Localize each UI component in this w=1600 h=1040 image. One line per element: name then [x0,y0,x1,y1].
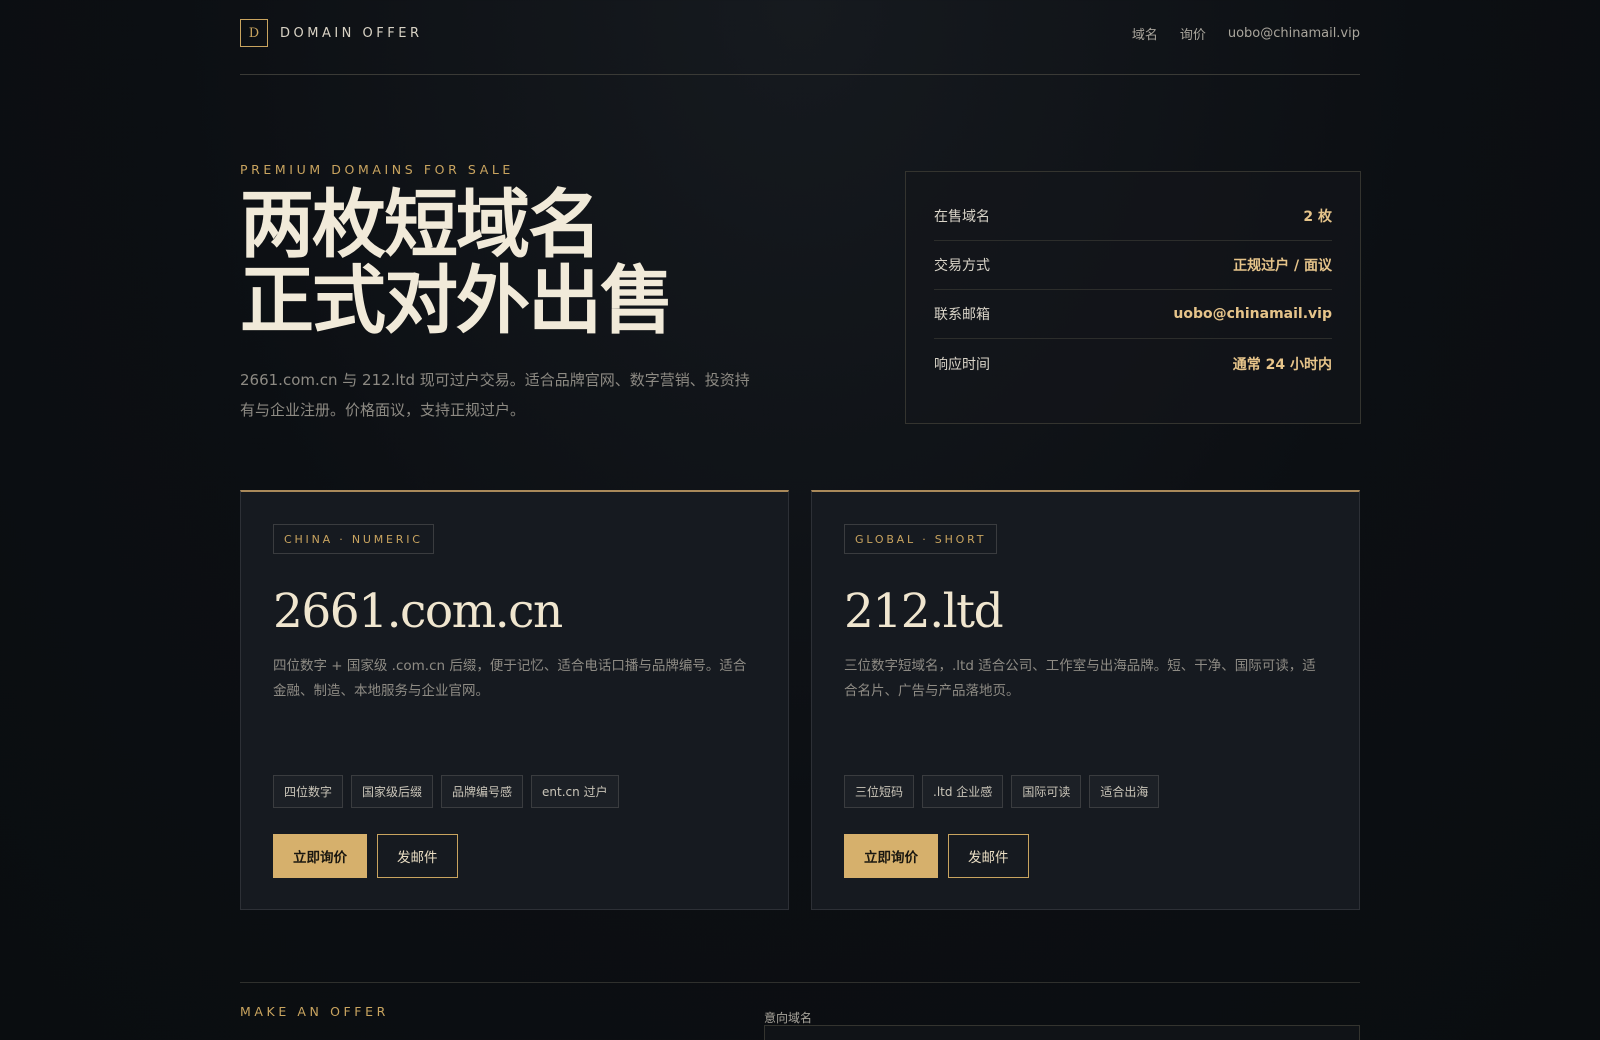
fact-label: 响应时间 [934,356,990,373]
feature-chips: 三位短码 .ltd 企业感 国际可读 适合出海 [844,775,1160,808]
inquire-button[interactable]: 立即询价 [844,834,938,878]
domain-description: 三位数字短域名，.ltd 适合公司、工作室与出海品牌。短、干净、国际可读，适合名… [844,658,1316,699]
domain-name: 2661.com.cn [273,584,563,639]
feature-chip: 四位数字 [273,775,344,808]
email-button[interactable]: 发邮件 [948,834,1029,878]
hero-title: 两枚短域名 正式对外出售 [240,182,674,344]
hero-section: PREMIUM DOMAINS FOR SALE 两枚短域名 正式对外出售 26… [240,75,1361,495]
domain-card-212: GLOBAL · SHORT 212.ltd 三位数字短域名，.ltd 适合公司… [811,490,1360,910]
domain-category-tag: GLOBAL · SHORT [844,524,998,554]
inquire-button[interactable]: 立即询价 [273,834,367,878]
feature-chip: 三位短码 [844,775,915,808]
offer-eyebrow: MAKE AN OFFER [240,1004,389,1019]
hero-title-line-1: 两枚短域名 [240,182,602,268]
site-header: D DOMAIN OFFER 域名 询价 uobo@chinamail.vip [240,0,1360,75]
feature-chip: .ltd 企业感 [922,775,1004,808]
fact-label: 交易方式 [934,258,990,274]
fact-value: 正规过户 / 面议 [1233,258,1332,274]
fact-label: 联系邮箱 [934,307,990,323]
hero-description: 2661.com.cn 与 212.ltd 现可过户交易。适合品牌官网、数字营销… [240,371,750,419]
fact-label: 在售域名 [934,209,990,225]
facts-panel: 在售域名 2 枚 交易方式 正规过户 / 面议 联系邮箱 uobo@chinam… [905,171,1361,424]
hero-title-line-2: 正式对外出售 [240,258,674,344]
domain-field-label: 意向域名 [764,1011,813,1025]
fact-value: 2 枚 [1303,209,1332,225]
card-actions: 立即询价 发邮件 [273,834,458,878]
feature-chip: ent.cn 过户 [531,775,619,808]
feature-chips: 四位数字 国家级后缀 品牌编号感 ent.cn 过户 [273,775,619,808]
domain-category-tag: CHINA · NUMERIC [273,524,434,554]
fact-row: 响应时间 通常 24 小时内 [934,339,1332,388]
domain-name: 212.ltd [844,584,1004,639]
fact-row: 交易方式 正规过户 / 面议 [934,241,1332,290]
brand-logo: D [240,19,268,47]
nav-link-inquiry[interactable]: 询价 [1180,24,1206,43]
feature-chip: 国家级后缀 [351,775,434,808]
fact-value-email[interactable]: uobo@chinamail.vip [1173,306,1332,322]
top-nav: 域名 询价 uobo@chinamail.vip [1132,24,1360,43]
nav-link-email[interactable]: uobo@chinamail.vip [1228,26,1360,41]
card-actions: 立即询价 发邮件 [844,834,1029,878]
fact-row: 联系邮箱 uobo@chinamail.vip [934,290,1332,339]
domain-card-2661: CHINA · NUMERIC 2661.com.cn 四位数字 + 国家级 .… [240,490,789,910]
nav-link-domains[interactable]: 域名 [1132,24,1158,43]
feature-chip: 国际可读 [1011,775,1082,808]
domain-cards: CHINA · NUMERIC 2661.com.cn 四位数字 + 国家级 .… [240,490,1360,910]
brand[interactable]: D DOMAIN OFFER [240,19,422,47]
offer-section: MAKE AN OFFER 意向域名 [240,982,1360,1040]
domain-select-field[interactable] [764,1025,1360,1040]
hero-eyebrow: PREMIUM DOMAINS FOR SALE [240,162,514,177]
brand-name: DOMAIN OFFER [280,25,423,41]
domain-description: 四位数字 + 国家级 .com.cn 后缀，便于记忆、适合电话口播与品牌编号。适… [273,658,747,699]
email-button[interactable]: 发邮件 [377,834,458,878]
fact-value: 通常 24 小时内 [1232,356,1332,373]
fact-row: 在售域名 2 枚 [934,192,1332,241]
feature-chip: 适合出海 [1089,775,1160,808]
feature-chip: 品牌编号感 [441,775,524,808]
